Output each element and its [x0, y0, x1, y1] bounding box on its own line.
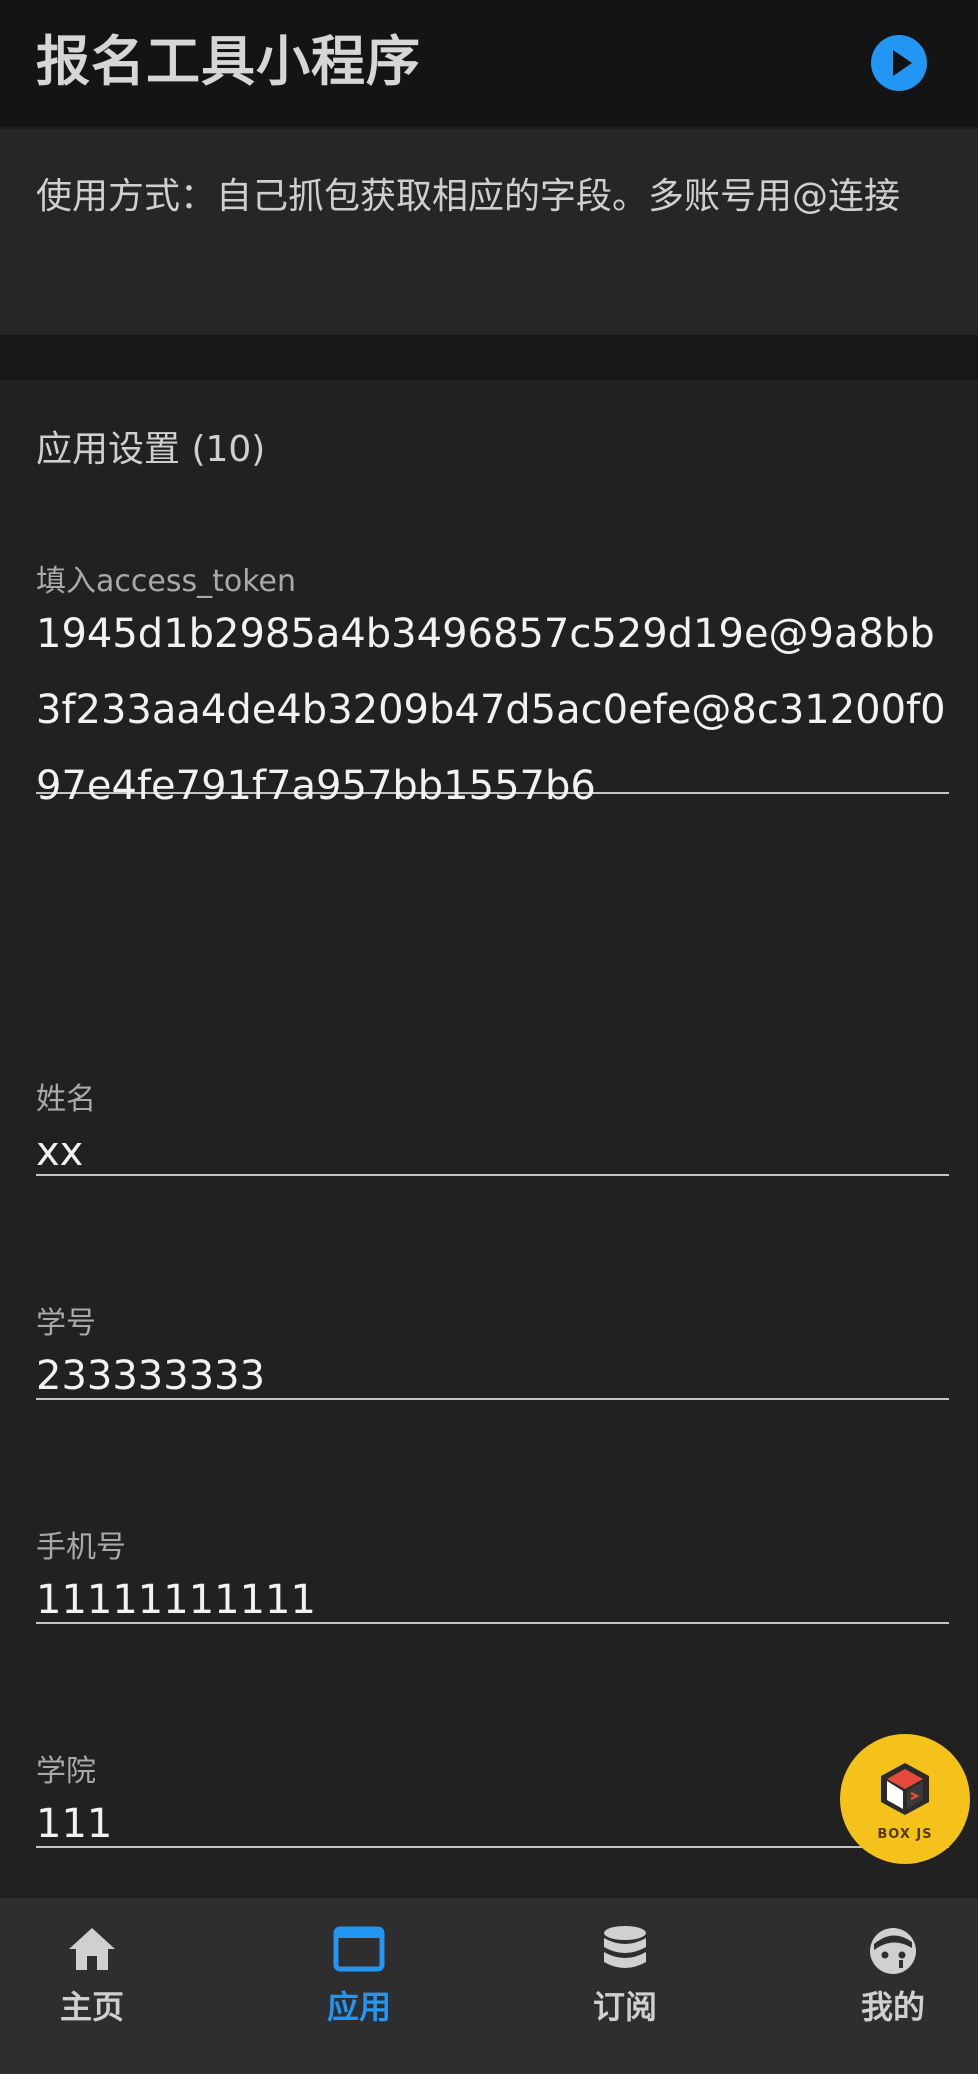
field-label: 学号	[36, 1306, 96, 1341]
app-window-icon	[333, 1926, 385, 1972]
phone-field[interactable]: 手机号 11111111111	[36, 1522, 949, 1624]
field-label: 填入access_token	[36, 564, 296, 599]
bottom-navigation: 主页 应用 订阅 我的	[0, 1898, 978, 2074]
nav-item-profile[interactable]: 我的	[803, 1898, 978, 2074]
description-card: 使用方式：自己抓包获取相应的字段。多账号用@连接	[0, 129, 978, 335]
home-icon	[69, 1928, 115, 1970]
access-token-input[interactable]: 1945d1b2985a4b3496857c529d19e@9a8bb3f233…	[36, 596, 949, 824]
nav-label: 应用	[326, 1988, 391, 2026]
boxjs-fab-button[interactable]: BOX JS	[840, 1734, 970, 1864]
play-circle-icon	[893, 50, 912, 76]
phone-input[interactable]: 11111111111	[36, 1562, 949, 1638]
field-label: 姓名	[36, 1082, 96, 1117]
database-icon	[604, 1926, 646, 1968]
run-button[interactable]	[871, 35, 927, 91]
college-field[interactable]: 学院 111	[36, 1746, 949, 1848]
college-input[interactable]: 111	[36, 1786, 949, 1862]
name-input[interactable]: xx	[36, 1114, 949, 1190]
description-text: 使用方式：自己抓包获取相应的字段。多账号用@连接	[36, 176, 901, 217]
settings-card: 应用设置 (10) 填入access_token 1945d1b2985a4b3…	[0, 380, 978, 1898]
profile-face-icon	[870, 1928, 916, 1974]
nav-label: 订阅	[592, 1988, 657, 2026]
name-field[interactable]: 姓名 xx	[36, 1074, 949, 1176]
nav-item-apps[interactable]: 应用	[269, 1898, 449, 2074]
student-id-field[interactable]: 学号 233333333	[36, 1298, 949, 1400]
field-label: 手机号	[36, 1530, 126, 1565]
settings-title: 应用设置 (10)	[36, 429, 266, 470]
boxjs-logo-icon	[881, 1763, 929, 1815]
nav-item-subscriptions[interactable]: 订阅	[535, 1898, 715, 2074]
app-bar: 报名工具小程序	[0, 0, 978, 127]
nav-label: 主页	[59, 1988, 124, 2026]
section-divider	[0, 335, 978, 380]
nav-item-home[interactable]: 主页	[2, 1898, 182, 2074]
field-label: 学院	[36, 1754, 96, 1789]
nav-label: 我的	[860, 1988, 925, 2026]
access-token-field[interactable]: 填入access_token 1945d1b2985a4b3496857c529…	[36, 556, 949, 809]
fab-label: BOX JS	[877, 1827, 933, 1842]
page-title: 报名工具小程序	[36, 30, 421, 93]
student-id-input[interactable]: 233333333	[36, 1338, 949, 1414]
